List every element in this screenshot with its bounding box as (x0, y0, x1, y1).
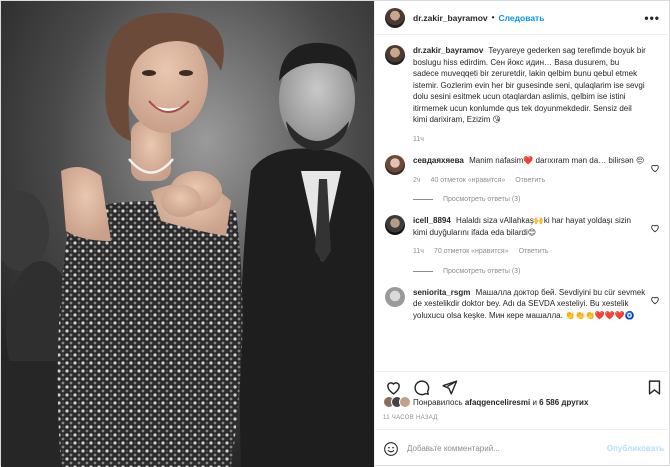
replies-line (413, 270, 433, 272)
heart-icon (386, 382, 400, 395)
caption-text: Teyyareye gederken sag terefimde boyuk b… (413, 46, 646, 124)
liker-avatars (383, 396, 411, 408)
reply-button[interactable]: Ответить (515, 175, 545, 187)
publish-button[interactable]: Опубликовать (607, 444, 664, 453)
view-replies-label: Просмотреть ответы (3) (443, 196, 521, 203)
add-comment-bar: Опубликовать (375, 429, 670, 467)
likes-summary: Понравилось afaqgenceliresmi и 6 586 дру… (383, 395, 588, 409)
post-modal: dr.zakir_bayramov • Следовать ••• dr.zak… (0, 0, 670, 467)
post-sidebar: dr.zakir_bayramov • Следовать ••• dr.zak… (374, 1, 670, 467)
header-separator: • (491, 13, 495, 22)
comment-icon (413, 380, 429, 396)
comment-like-icon[interactable] (650, 163, 660, 173)
comment-like-icon[interactable] (650, 295, 660, 305)
view-replies-button[interactable]: Просмотреть ответы (3) (413, 268, 662, 275)
comment-likes[interactable]: 40 отметок «нравится» (431, 175, 506, 187)
post-header: dr.zakir_bayramov • Следовать ••• (375, 1, 670, 35)
likes-count[interactable]: 6 586 других (539, 398, 588, 407)
comment-text: Manim nafasim❤️ darıxıram mən da… bilirs… (469, 156, 645, 165)
view-replies-button[interactable]: Просмотреть ответы (3) (413, 196, 662, 203)
emoji-icon[interactable] (383, 441, 399, 457)
send-icon (441, 380, 457, 395)
comment-like-icon[interactable] (650, 223, 660, 233)
comment-username[interactable]: севдаяхяева (413, 156, 464, 165)
replies-line (413, 199, 433, 200)
comment-item: icell_8894 Halaldı siza vAllahkaş🙌ki har… (385, 215, 662, 258)
post-photo[interactable] (1, 1, 374, 467)
comment-item: севдаяхяева Manim nafasim❤️ darıxıram mə… (385, 155, 662, 186)
comment-likes[interactable]: 70 отметок «нравится» (434, 246, 509, 258)
comment-time: 11ч (413, 248, 424, 255)
comment-item: seniorita_rsgm Машалла доктор бей. Sevdi… (385, 286, 662, 322)
comment-input[interactable] (407, 444, 607, 453)
comment-avatar[interactable] (385, 286, 405, 307)
view-replies-label: Просмотреть ответы (3) (443, 267, 521, 275)
save-button[interactable] (644, 378, 664, 398)
comment-username[interactable]: seniorita_rsgm (413, 288, 470, 297)
comment-username[interactable]: icell_8894 (413, 216, 451, 225)
caption: dr.zakir_bayramov Teyyareye gederken sag… (385, 45, 662, 145)
reply-button[interactable]: Ответить (519, 246, 549, 258)
author-avatar[interactable] (385, 7, 405, 28)
comments-list[interactable]: dr.zakir_bayramov Teyyareye gederken sag… (375, 35, 670, 371)
comment-avatar[interactable] (385, 215, 405, 235)
follow-button[interactable]: Следовать (498, 13, 544, 23)
caption-username[interactable]: dr.zakir_bayramov (413, 46, 483, 55)
likes-prefix: Понравилось (413, 397, 463, 407)
caption-avatar[interactable] (385, 45, 405, 65)
bookmark-icon (648, 380, 660, 395)
comment-time: 2ч (413, 176, 421, 184)
caption-time: 11ч (413, 135, 424, 143)
more-options-icon[interactable]: ••• (644, 11, 660, 25)
liker-username[interactable]: afaqgenceliresmi (465, 398, 530, 407)
likes-middle: и (532, 397, 537, 407)
author-username[interactable]: dr.zakir_bayramov (413, 13, 488, 23)
comment-avatar[interactable] (385, 155, 405, 175)
post-timestamp[interactable]: 11 ЧАСОВ НАЗАД (383, 415, 438, 421)
photo-image (1, 1, 374, 467)
